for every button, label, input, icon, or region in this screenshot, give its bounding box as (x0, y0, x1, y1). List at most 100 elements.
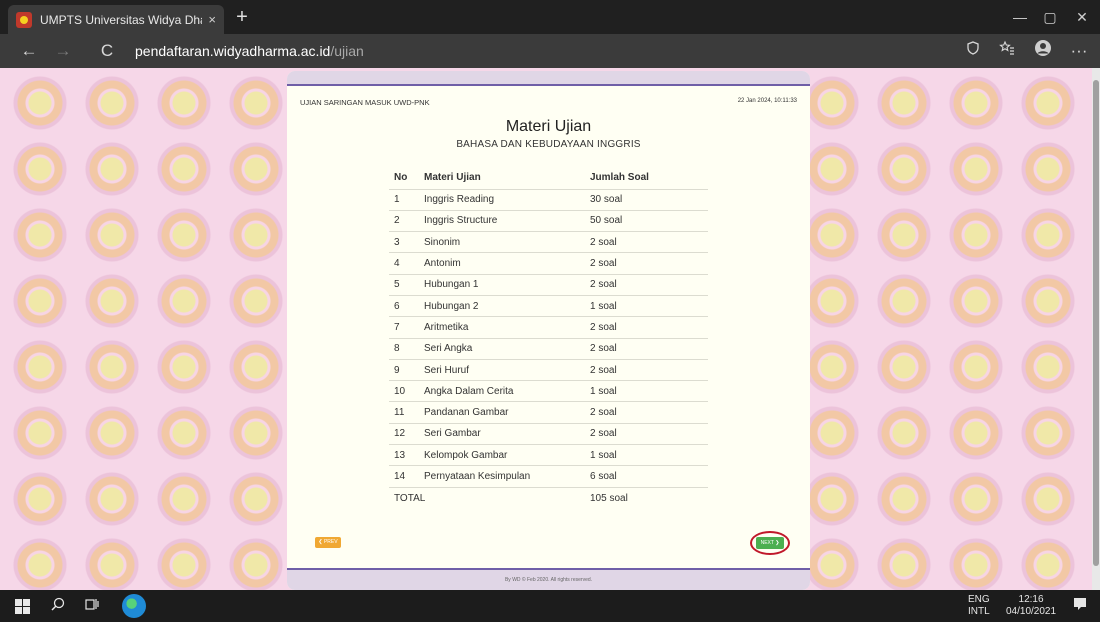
address-bar[interactable]: pendaftaran.widyadharma.ac.id/ujian (135, 38, 965, 64)
cell-materi: Seri Huruf (419, 359, 585, 382)
task-view-icon[interactable] (82, 596, 102, 616)
page-title: Materi Ujian (505, 118, 592, 135)
exam-material-table: No Materi Ujian Jumlah Soal 1 Inggris Rea… (389, 167, 708, 508)
cell-jumlah: 50 soal (585, 210, 708, 233)
exam-card: UJIAN SARINGAN MASUK UWD-PNK 22 Jan 2024… (287, 71, 810, 590)
site-favicon-icon (16, 11, 32, 28)
cell-materi: Inggris Reading (419, 189, 585, 211)
exam-header-title: UJIAN SARINGAN MASUK UWD-PNK (300, 98, 430, 107)
cell-materi: Aritmetika (419, 316, 585, 339)
table-row: 10 Angka Dalam Cerita 1 soal (389, 380, 708, 403)
cell-no: 8 (389, 338, 419, 360)
cell-no: 10 (389, 380, 419, 403)
browser-tab-bar: UMPTS Universitas Widya Dharm × + — ▢ ✕ (0, 0, 1100, 34)
cell-no: 11 (389, 401, 419, 424)
language-code: ENG (968, 594, 990, 605)
table-total-row: TOTAL 105 soal (389, 487, 708, 508)
cell-materi: Seri Angka (419, 338, 585, 360)
table-row: 11 Pandanan Gambar 2 soal (389, 401, 708, 424)
card-header-band (287, 71, 810, 86)
windows-taskbar: ENG INTL 12:16 04/10/2021 (0, 590, 1100, 622)
cell-no: 4 (389, 252, 419, 275)
column-header-no: No (389, 167, 419, 190)
cell-jumlah: 2 soal (585, 359, 708, 382)
search-icon[interactable] (48, 596, 68, 616)
windows-start-icon[interactable] (12, 596, 32, 616)
tracking-prevention-icon[interactable] (960, 39, 986, 63)
exam-datetime: 22 Jan 2024, 10:11:33 (737, 98, 797, 104)
tab-close-icon[interactable]: × (208, 12, 216, 27)
page-viewport: UJIAN SARINGAN MASUK UWD-PNK 22 Jan 2024… (0, 68, 1100, 590)
cell-materi: Hubungan 2 (419, 295, 585, 318)
cell-jumlah: 2 soal (585, 423, 708, 446)
cell-materi: Sinonim (419, 231, 585, 254)
cell-materi: Pandanan Gambar (419, 401, 585, 424)
program-subtitle: BAHASA DAN KEBUDAYAAN INGGRIS (456, 139, 641, 150)
tab-title: UMPTS Universitas Widya Dharm (40, 12, 202, 27)
table-row: 4 Antonim 2 soal (389, 252, 708, 275)
clock-time: 12:16 (1018, 594, 1044, 605)
language-indicator[interactable]: ENG INTL (968, 594, 990, 618)
table-header-row: No Materi Ujian Jumlah Soal (389, 167, 708, 190)
cell-jumlah: 2 soal (585, 316, 708, 339)
cell-materi: Angka Dalam Cerita (419, 380, 585, 403)
new-tab-button[interactable]: + (230, 6, 254, 30)
cell-jumlah: 2 soal (585, 338, 708, 360)
cell-materi: Inggris Structure (419, 210, 585, 233)
table-row: 5 Hubungan 12 soal (389, 274, 708, 296)
next-button[interactable]: NEXT ❯ (756, 537, 784, 549)
table-row: 13 Kelompok Gambar 1 soal (389, 444, 708, 467)
browser-navigation-bar: ← → C pendaftaran.widyadharma.ac.id/ujia… (0, 34, 1100, 68)
vertical-scrollbar[interactable] (1092, 68, 1100, 590)
cell-jumlah: 1 soal (585, 295, 708, 318)
clock[interactable]: 12:16 04/10/2021 (1006, 594, 1056, 618)
table-row: 6 Hubungan 21 soal (389, 295, 708, 318)
url-path: /ujian (330, 43, 364, 59)
cell-no: 9 (389, 359, 419, 382)
total-value: 105 soal (590, 492, 628, 504)
column-header-materi: Materi Ujian (419, 167, 585, 190)
close-window-button[interactable]: ✕ (1062, 0, 1100, 34)
cell-jumlah: 2 soal (585, 231, 708, 254)
table-row: 2 Inggris Structure 50 soal (389, 210, 708, 233)
table-row: 7 Aritmetika 2 soal (389, 316, 708, 339)
notification-icon[interactable] (1072, 597, 1088, 613)
cell-materi: Hubungan 1 (419, 274, 585, 296)
column-header-jumlah: Jumlah Soal (585, 167, 708, 190)
cell-jumlah: 2 soal (585, 274, 708, 296)
back-button[interactable]: ← (16, 39, 42, 63)
forward-button[interactable]: → (50, 39, 76, 63)
cell-materi: Kelompok Gambar (419, 444, 585, 467)
cell-no: 3 (389, 231, 419, 254)
table-row: 14 Pernyataan Kesimpulan 6 soal (389, 465, 708, 488)
edge-browser-icon[interactable] (122, 594, 146, 618)
more-options-icon[interactable]: ··· (1066, 39, 1092, 63)
footer-copyright: By WD © Feb 2020. All rights reserved. (504, 577, 593, 583)
cell-no: 13 (389, 444, 419, 467)
refresh-button[interactable]: C (94, 39, 120, 63)
table-row: 8 Seri Angka 2 soal (389, 338, 708, 360)
table-row: 12 Seri Gambar 2 soal (389, 423, 708, 446)
profile-icon[interactable] (1030, 39, 1056, 63)
card-footer: By WD © Feb 2020. All rights reserved. (287, 568, 810, 590)
prev-button[interactable]: ❮ PREV (315, 537, 341, 548)
browser-tab[interactable]: UMPTS Universitas Widya Dharm × (8, 5, 224, 34)
cell-no: 2 (389, 210, 419, 233)
url-host: pendaftaran.widyadharma.ac.id (135, 43, 331, 59)
favorites-icon[interactable] (994, 39, 1020, 63)
total-label: TOTAL (394, 492, 426, 504)
cell-no: 1 (389, 189, 419, 211)
table-row: 1 Inggris Reading 30 soal (389, 189, 708, 211)
cell-materi: Seri Gambar (419, 423, 585, 446)
table-row: 9 Seri Huruf 2 soal (389, 359, 708, 382)
cell-jumlah: 6 soal (585, 465, 708, 488)
cell-jumlah: 1 soal (585, 380, 708, 403)
cell-no: 6 (389, 295, 419, 318)
cell-jumlah: 1 soal (585, 444, 708, 467)
cell-jumlah: 2 soal (585, 252, 708, 275)
cell-no: 12 (389, 423, 419, 446)
cell-materi: Antonim (419, 252, 585, 275)
cell-materi: Pernyataan Kesimpulan (419, 465, 585, 488)
clock-date: 04/10/2021 (1006, 606, 1057, 617)
scrollbar-thumb[interactable] (1093, 80, 1099, 566)
